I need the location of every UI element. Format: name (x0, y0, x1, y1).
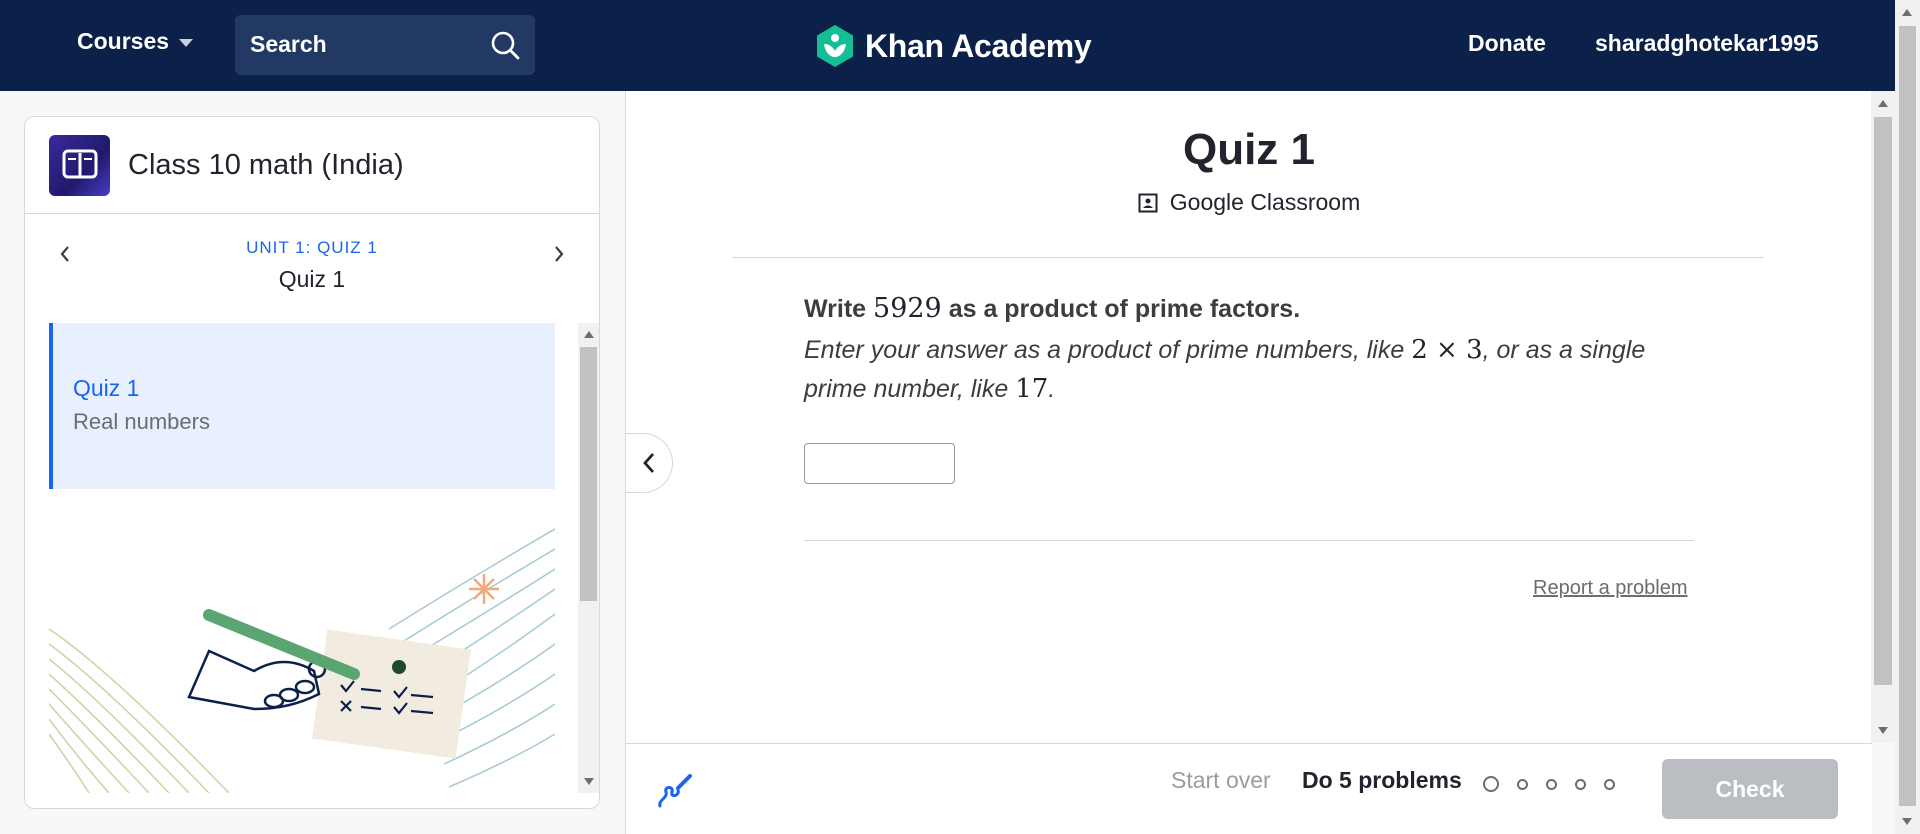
google-classroom-label: Google Classroom (1169, 189, 1361, 215)
list-item-quiz-1[interactable]: Quiz 1 Real numbers (49, 323, 555, 489)
google-classroom-button[interactable]: Google Classroom (626, 189, 1872, 216)
start-over-button[interactable]: Start over (1171, 767, 1271, 794)
example-prime: 17 (1015, 374, 1049, 404)
scroll-up-arrow-icon[interactable] (1878, 100, 1888, 107)
progress-dot (1575, 778, 1586, 790)
unit-navigator: UNIT 1: QUIZ 1 Quiz 1 (25, 214, 599, 320)
collapse-sidebar-button[interactable] (626, 433, 673, 493)
page-scrollbar[interactable] (1895, 0, 1920, 834)
lesson-list: Quiz 1 Real numbers (49, 323, 599, 793)
unit-label: UNIT 1: QUIZ 1 (246, 238, 378, 257)
report-problem-link[interactable]: Report a problem (1533, 577, 1688, 600)
question-prompt: Write 5929 as a product of prime factors… (804, 293, 1300, 324)
question-prefix: Write (804, 295, 867, 323)
course-icon (49, 134, 110, 196)
scroll-up-arrow-icon[interactable] (584, 331, 594, 338)
khan-academy-logo-icon (817, 25, 853, 67)
google-classroom-icon (1138, 193, 1158, 212)
donate-link[interactable]: Donate (1468, 30, 1546, 57)
list-item-title: Quiz 1 (73, 375, 140, 401)
question-number: 5929 (873, 293, 942, 324)
scrollbar-thumb[interactable] (1899, 26, 1916, 806)
quiz-illustration (49, 528, 555, 793)
exercise-footer: Start over Do 5 problems Check (626, 743, 1872, 834)
scroll-down-arrow-icon[interactable] (1878, 727, 1888, 734)
page-title: Quiz 1 (1182, 125, 1316, 174)
instruction-end: . (1048, 375, 1056, 403)
problems-count-label: Do 5 problems (1302, 767, 1462, 793)
top-nav: Courses Search Khan Academy Donate shara… (0, 0, 1895, 91)
progress-dot (1483, 776, 1499, 792)
progress-dots (1483, 776, 1615, 792)
instruction-text: Enter your answer as a product of prime … (804, 336, 1405, 364)
book-icon (62, 149, 97, 179)
divider (732, 257, 1764, 258)
answer-input[interactable] (804, 443, 955, 484)
search-input[interactable]: Search (250, 31, 327, 58)
chevron-right-icon (555, 246, 564, 262)
brand-name: Khan Academy (865, 27, 1092, 64)
user-menu-button[interactable]: sharadghotekar1995 (1595, 30, 1819, 57)
course-title[interactable]: Class 10 math (India) (128, 149, 404, 182)
search-icon[interactable] (489, 29, 521, 61)
chevron-left-icon (643, 453, 655, 473)
exercise-panel: Quiz 1 Google Classroom Write 5929 as a … (625, 91, 1872, 834)
course-header[interactable]: Class 10 math (India) (25, 117, 599, 214)
scroll-down-arrow-icon[interactable] (584, 778, 594, 785)
course-sidebar: Class 10 math (India) UNIT 1: QUIZ 1 Qui… (24, 116, 600, 809)
scrollbar-thumb[interactable] (580, 347, 597, 601)
progress-dot (1517, 778, 1528, 790)
question-suffix: as a product of prime factors. (948, 295, 1301, 323)
list-item-subtitle: Real numbers (73, 409, 210, 434)
progress-dot (1546, 778, 1557, 790)
scratchpad-pencil-icon[interactable] (656, 772, 694, 810)
check-button[interactable]: Check (1662, 759, 1838, 819)
divider (804, 540, 1694, 541)
courses-menu-button[interactable]: Courses (77, 28, 194, 55)
question-instruction: Enter your answer as a product of prime … (804, 331, 1684, 409)
scroll-down-arrow-icon[interactable] (1902, 818, 1912, 825)
courses-label: Courses (77, 28, 170, 54)
example-product: 2 × 3 (1411, 335, 1483, 365)
chevron-down-icon (179, 39, 194, 47)
progress-dot (1604, 778, 1615, 790)
brand-logo[interactable]: Khan Academy (815, 24, 1092, 68)
scrollbar-thumb[interactable] (1874, 117, 1892, 685)
next-unit-button[interactable] (545, 240, 573, 268)
scroll-up-arrow-icon[interactable] (1902, 9, 1912, 16)
content-scrollbar[interactable] (1871, 91, 1895, 743)
unit-title: Quiz 1 (278, 266, 346, 292)
search-bar[interactable]: Search (235, 15, 535, 75)
sidebar-scrollbar[interactable] (578, 323, 599, 793)
